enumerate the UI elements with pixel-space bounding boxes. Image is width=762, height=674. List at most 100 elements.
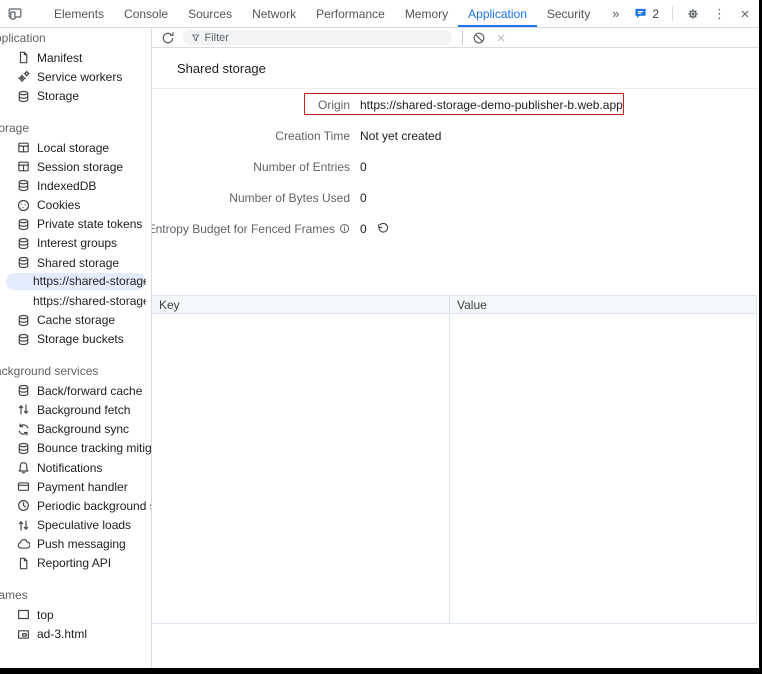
- sidebar-item-cache-storage[interactable]: Cache storage: [0, 311, 151, 330]
- updown-arrows-icon: [15, 403, 31, 417]
- field-label: Number of Bytes Used: [229, 191, 350, 205]
- sidebar-item-shared-storage[interactable]: Shared storage: [0, 253, 151, 272]
- clock-icon: [15, 499, 31, 513]
- sidebar-item-service-workers[interactable]: Service workers: [0, 67, 151, 86]
- cookie-icon: [15, 198, 31, 212]
- tab-performance[interactable]: Performance: [306, 0, 395, 27]
- tab-security[interactable]: Security: [537, 0, 600, 27]
- sidebar-item-reporting-api[interactable]: Reporting API: [0, 554, 151, 573]
- reset-budget-button[interactable]: [377, 223, 389, 235]
- field-value-text: 0: [360, 160, 367, 174]
- bell-icon: [15, 461, 31, 475]
- info-icon[interactable]: [339, 223, 350, 234]
- column-header-value: Value: [449, 296, 756, 313]
- sidebar-section-storage: StorageLocal storageSession storageIndex…: [0, 119, 151, 349]
- metadata-fields: Origin https://shared-storage-demo-publis…: [152, 89, 759, 244]
- field-value: Not yet created: [360, 129, 759, 143]
- tab-console[interactable]: Console: [114, 0, 178, 27]
- database-icon: [15, 179, 31, 193]
- funnel-icon: [191, 33, 200, 43]
- database-icon: [15, 332, 31, 346]
- sidebar-item-storage[interactable]: Storage: [0, 87, 151, 106]
- toggle-device-toolbar-button[interactable]: [0, 0, 30, 27]
- sync-icon: [15, 422, 31, 436]
- sidebar-item-indexeddb[interactable]: IndexedDB: [0, 176, 151, 195]
- entries-table-header: Key Value: [152, 296, 757, 314]
- sidebar-item-notifications[interactable]: Notifications: [0, 458, 151, 477]
- sidebar-item-ad-3-html[interactable]: ad-3.html: [0, 624, 151, 643]
- more-tabs-button[interactable]: »: [600, 0, 631, 27]
- sidebar-item-interest-groups[interactable]: Interest groups: [0, 234, 151, 253]
- refresh-button[interactable]: [161, 31, 175, 45]
- field-value-text: 0: [360, 222, 367, 236]
- database-icon: [15, 256, 31, 270]
- close-devtools-button[interactable]: [739, 8, 751, 20]
- tab-memory[interactable]: Memory: [395, 0, 458, 27]
- tab-application[interactable]: Application: [458, 0, 537, 27]
- sidebar-item-periodic-background-s[interactable]: Periodic background s…: [0, 496, 151, 515]
- database-icon: [15, 217, 31, 231]
- database-icon: [15, 441, 31, 455]
- tab-elements[interactable]: Elements: [44, 0, 114, 27]
- sidebar-item-private-state-tokens[interactable]: Private state tokens: [0, 215, 151, 234]
- field-row-number-of-bytes-used: Number of Bytes Used 0: [152, 182, 759, 213]
- updown-arrows-icon: [15, 518, 31, 532]
- sidebar-item-back-forward-cache[interactable]: Back/forward cache: [0, 381, 151, 400]
- sidebar-item-label: Service workers: [37, 70, 122, 84]
- tab-sources[interactable]: Sources: [178, 0, 242, 27]
- sidebar-subitem-https-shared-storage-d[interactable]: https://shared-storage-d…: [0, 272, 151, 291]
- sidebar-item-label: Shared storage: [37, 256, 119, 270]
- panel-toolbar: [152, 28, 759, 48]
- sidebar-item-manifest[interactable]: Manifest: [0, 48, 151, 67]
- filter-input[interactable]: [204, 32, 444, 44]
- sidebar-item-label: Push messaging: [37, 537, 126, 551]
- kebab-menu-button[interactable]: ⋮: [713, 7, 726, 20]
- block-icon: [472, 31, 486, 45]
- settings-gear-button[interactable]: [686, 7, 700, 21]
- field-value: 0: [360, 222, 759, 236]
- issues-button[interactable]: 2: [634, 7, 659, 21]
- sidebar-item-background-fetch[interactable]: Background fetch: [0, 400, 151, 419]
- sidebar-item-local-storage[interactable]: Local storage: [0, 138, 151, 157]
- field-value-text: 0: [360, 191, 367, 205]
- sidebar-item-label: top: [37, 608, 54, 622]
- section-title-application: Application: [0, 29, 151, 48]
- sidebar-item-speculative-loads[interactable]: Speculative loads: [0, 516, 151, 535]
- sidebar-item-background-sync[interactable]: Background sync: [0, 420, 151, 439]
- sidebar-item-bounce-tracking-mitiga[interactable]: Bounce tracking mitiga…: [0, 439, 151, 458]
- field-value: 0: [360, 191, 759, 205]
- sidebar-item-top[interactable]: top: [0, 605, 151, 624]
- tab-network[interactable]: Network: [242, 0, 306, 27]
- sidebar-item-label: Payment handler: [37, 480, 128, 494]
- tabbar-separator: [672, 6, 673, 21]
- sidebar-item-payment-handler[interactable]: Payment handler: [0, 477, 151, 496]
- sidebar-item-cookies[interactable]: Cookies: [0, 196, 151, 215]
- panel-tabs: ElementsConsoleSourcesNetworkPerformance…: [44, 0, 600, 27]
- table-icon: [15, 160, 31, 174]
- issues-icon: [634, 8, 647, 20]
- sidebar-item-label: Private state tokens: [37, 217, 142, 231]
- frame-icon: [15, 608, 31, 622]
- sidebar-item-storage-buckets[interactable]: Storage buckets: [0, 330, 151, 349]
- sidebar-subitem-https-shared-storage-d[interactable]: https://shared-storage-d…: [0, 291, 151, 310]
- sidebar-item-session-storage[interactable]: Session storage: [0, 157, 151, 176]
- sidebar-item-label: Storage buckets: [37, 332, 124, 346]
- sidebar-section-application: Application Manifest Service workers Storag…: [0, 29, 151, 106]
- sidebar-item-label: Interest groups: [37, 236, 117, 250]
- sidebar-item-label: Reporting API: [37, 556, 111, 570]
- sidebar-section-background-services: Background servicesBack/forward cacheBac…: [0, 362, 151, 573]
- field-value-text: https://shared-storage-demo-publisher-b.…: [360, 98, 623, 112]
- database-icon: [15, 384, 31, 398]
- delete-selected-button[interactable]: [495, 32, 507, 44]
- tabbar-right-actions: 2 ⋮: [634, 0, 751, 27]
- field-label: Number of Entries: [253, 160, 350, 174]
- field-label: Origin: [318, 98, 350, 112]
- clear-all-button[interactable]: [472, 31, 486, 45]
- field-row-origin: Origin https://shared-storage-demo-publis…: [152, 89, 759, 120]
- sidebar-item-label: Periodic background s…: [37, 499, 152, 513]
- sidebar-item-label: Manifest: [37, 51, 82, 65]
- gears-icon: [15, 70, 31, 84]
- sidebar-item-push-messaging[interactable]: Push messaging: [0, 535, 151, 554]
- page-title: Shared storage: [152, 48, 759, 89]
- table-icon: [15, 141, 31, 155]
